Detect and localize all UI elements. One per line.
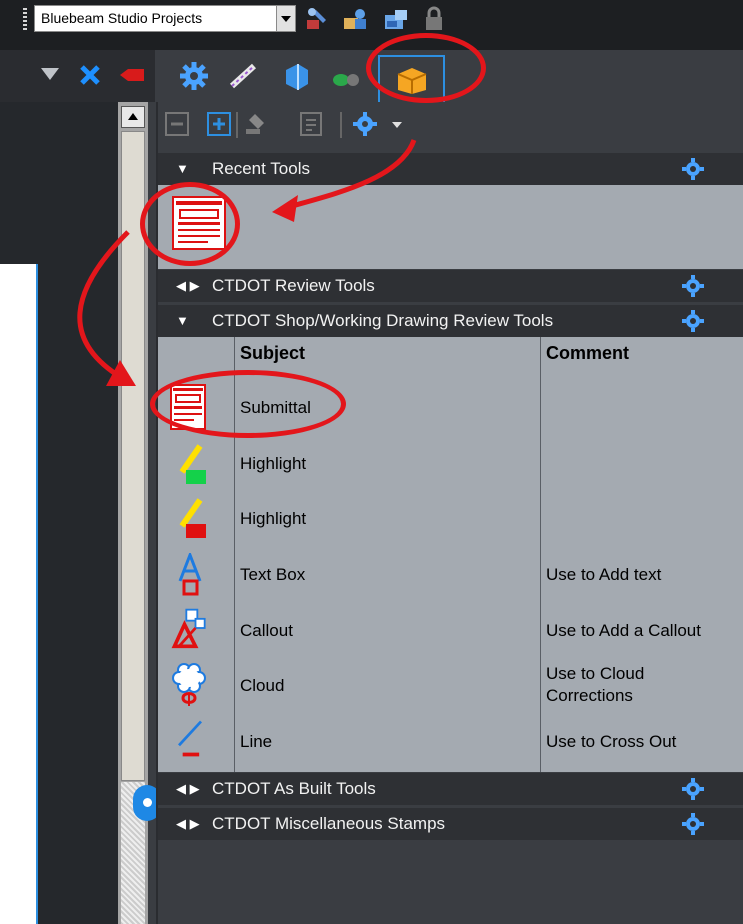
measure-icon[interactable] <box>228 60 260 92</box>
document-edge <box>36 264 38 924</box>
project-dropdown-value: Bluebeam Studio Projects <box>41 10 203 26</box>
highlight-green-icon[interactable] <box>170 442 210 486</box>
expand-arrows-icon[interactable]: ◀ ▶ <box>176 278 200 294</box>
row-comment[interactable]: Use to Add text <box>546 565 661 585</box>
section-ctdot-shop-drawing-tools[interactable]: ▼ CTDOT Shop/Working Drawing Review Tool… <box>158 305 743 337</box>
text-box-icon[interactable] <box>170 553 210 597</box>
line-icon[interactable] <box>170 716 210 760</box>
triangle-down-icon[interactable]: ▼ <box>176 313 189 328</box>
column-header-comment[interactable]: Comment <box>546 343 629 364</box>
row-comment[interactable]: Use to Add a Callout <box>546 621 701 641</box>
section-ctdot-review-tools[interactable]: ◀ ▶ CTDOT Review Tools <box>158 270 743 302</box>
annotation-oval-tab <box>366 33 486 103</box>
row-subject[interactable]: Text Box <box>240 565 305 585</box>
scroll-up-button[interactable] <box>121 106 145 128</box>
expand-arrows-icon[interactable]: ◀ ▶ <box>176 816 200 832</box>
section-label: Recent Tools <box>212 159 310 178</box>
panel-empty-area <box>158 840 743 924</box>
annotation-oval-recent <box>140 182 240 266</box>
gear-icon[interactable] <box>681 274 705 298</box>
column-divider <box>540 337 541 772</box>
3d-icon[interactable] <box>280 60 312 92</box>
row-subject[interactable]: Callout <box>240 621 293 641</box>
document-area[interactable] <box>0 264 36 924</box>
callout-icon[interactable] <box>170 606 210 650</box>
red-marker-icon[interactable] <box>120 68 146 82</box>
recent-tools-list <box>158 185 743 269</box>
annotation-oval-submittal <box>150 370 346 438</box>
section-label: CTDOT As Built Tools <box>212 779 376 798</box>
gear-icon[interactable] <box>681 777 705 801</box>
links-icon[interactable] <box>330 60 362 92</box>
highlight-red-icon[interactable] <box>170 496 210 540</box>
chevron-down-icon[interactable] <box>276 6 295 31</box>
toolbar-separator <box>340 112 342 138</box>
expand-arrows-icon[interactable]: ◀ ▶ <box>176 781 200 797</box>
section-recent-tools[interactable]: ▼ Recent Tools <box>158 153 743 185</box>
gear-icon[interactable] <box>681 157 705 181</box>
row-comment-line2[interactable]: Corrections <box>546 686 633 706</box>
wrench-icon[interactable] <box>304 6 330 32</box>
section-label: CTDOT Review Tools <box>212 276 375 295</box>
project-dropdown[interactable]: Bluebeam Studio Projects <box>34 5 296 32</box>
column-header-subject[interactable]: Subject <box>240 343 305 364</box>
row-comment-line1[interactable]: Use to Cloud <box>546 664 644 684</box>
section-label: CTDOT Miscellaneous Stamps <box>212 814 446 833</box>
triangle-down-icon[interactable] <box>40 66 60 82</box>
row-subject[interactable]: Cloud <box>240 676 284 696</box>
checklist-icon[interactable] <box>298 111 324 137</box>
folder-sync-icon[interactable] <box>383 6 409 32</box>
section-ctdot-as-built-tools[interactable]: ◀ ▶ CTDOT As Built Tools <box>158 773 743 805</box>
toolbar-separator <box>236 112 238 138</box>
stamp-icon[interactable] <box>242 111 268 137</box>
toolbar-grip[interactable] <box>23 8 27 30</box>
settings-icon[interactable] <box>178 60 210 92</box>
row-subject[interactable]: Line <box>240 732 272 752</box>
cloud-icon[interactable] <box>170 660 210 708</box>
section-label: CTDOT Shop/Working Drawing Review Tools <box>212 311 554 330</box>
close-x-icon[interactable] <box>79 64 101 86</box>
people-icon[interactable] <box>342 6 368 32</box>
collapse-all-icon[interactable] <box>164 111 190 137</box>
expand-all-icon[interactable] <box>206 111 232 137</box>
triangle-down-icon[interactable]: ▼ <box>176 161 189 176</box>
lock-icon[interactable] <box>421 6 447 32</box>
row-subject[interactable]: Highlight <box>240 509 306 529</box>
gear-menu-icon[interactable] <box>352 111 378 137</box>
section-ctdot-misc-stamps[interactable]: ◀ ▶ CTDOT Miscellaneous Stamps <box>158 808 743 840</box>
row-comment[interactable]: Use to Cross Out <box>546 732 676 752</box>
chevron-down-icon[interactable] <box>392 122 402 130</box>
gear-icon[interactable] <box>681 812 705 836</box>
gear-icon[interactable] <box>681 309 705 333</box>
row-subject[interactable]: Highlight <box>240 454 306 474</box>
